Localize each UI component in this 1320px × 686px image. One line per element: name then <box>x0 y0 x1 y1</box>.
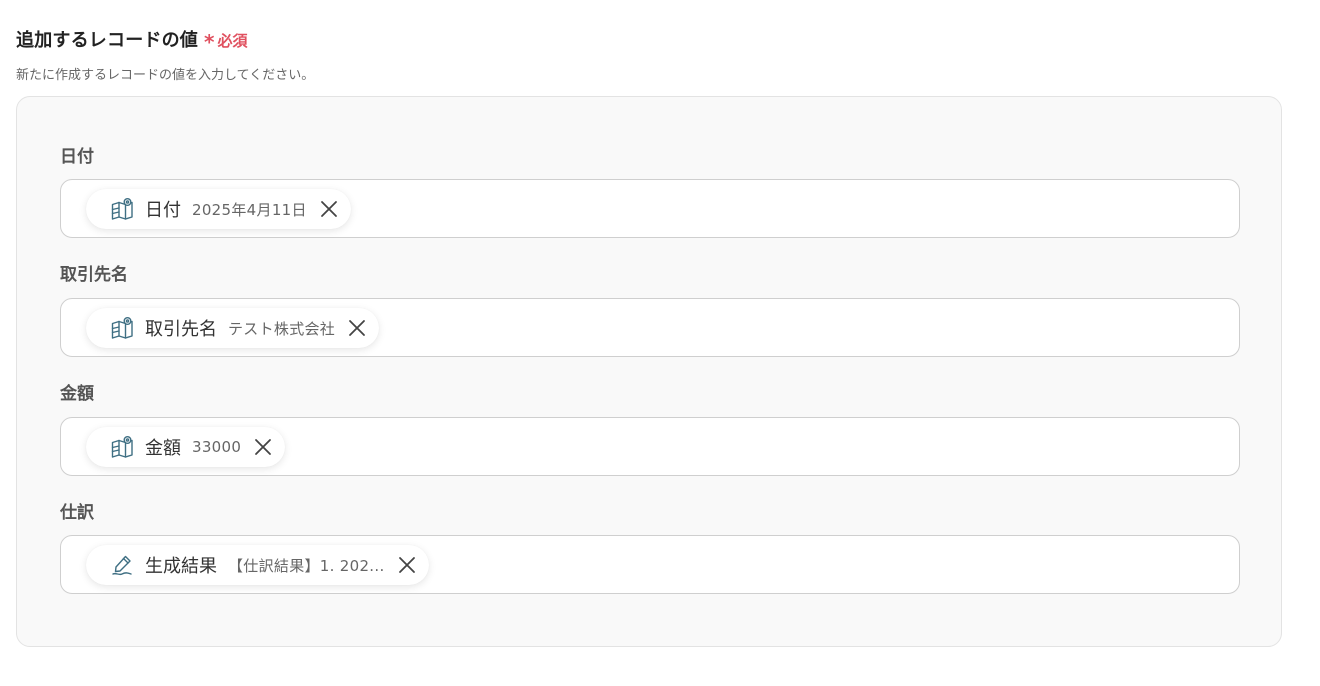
table-record-icon <box>110 435 134 459</box>
field-label-amount: 金額 <box>60 384 94 404</box>
chip-label: 日付 <box>145 200 181 221</box>
close-icon[interactable] <box>317 197 341 221</box>
field-input-date[interactable]: 日付 2025年4月11日 <box>60 179 1240 238</box>
table-record-icon <box>110 316 134 340</box>
chip-value: 【仕訳結果】1. 202... <box>228 556 385 575</box>
field-label-date: 日付 <box>60 147 94 167</box>
ai-pen-icon <box>110 553 134 577</box>
table-record-icon <box>110 197 134 221</box>
record-values-panel: 日付 日付 2025年4月11日 取引先名 取引先名 テスト株式会社 金額 金額… <box>16 96 1282 647</box>
variable-chip[interactable]: 生成結果 【仕訳結果】1. 202... <box>86 545 429 585</box>
close-icon[interactable] <box>251 435 275 459</box>
variable-chip[interactable]: 取引先名 テスト株式会社 <box>86 308 380 348</box>
chip-value: 2025年4月11日 <box>192 200 307 219</box>
close-icon[interactable] <box>345 316 369 340</box>
section-title: 追加するレコードの値 <box>16 30 198 51</box>
field-input-client-name[interactable]: 取引先名 テスト株式会社 <box>60 298 1240 357</box>
chip-value: テスト株式会社 <box>228 319 336 338</box>
field-label-client-name: 取引先名 <box>60 265 128 285</box>
required-asterisk: * <box>204 30 215 54</box>
required-indicator: * 必須 <box>204 29 248 54</box>
field-label-journal: 仕訳 <box>60 503 94 523</box>
field-input-journal[interactable]: 生成結果 【仕訳結果】1. 202... <box>60 535 1240 594</box>
required-label: 必須 <box>217 32 248 50</box>
chip-label: 金額 <box>145 438 181 459</box>
close-icon[interactable] <box>395 553 419 577</box>
variable-chip[interactable]: 日付 2025年4月11日 <box>86 189 351 229</box>
chip-label: 生成結果 <box>145 556 217 577</box>
section-description: 新たに作成するレコードの値を入力してください。 <box>16 68 315 83</box>
variable-chip[interactable]: 金額 33000 <box>86 427 286 467</box>
section-header: 追加するレコードの値 * 必須 <box>16 26 247 52</box>
field-input-amount[interactable]: 金額 33000 <box>60 417 1240 476</box>
chip-label: 取引先名 <box>145 319 217 340</box>
chip-value: 33000 <box>192 438 242 456</box>
